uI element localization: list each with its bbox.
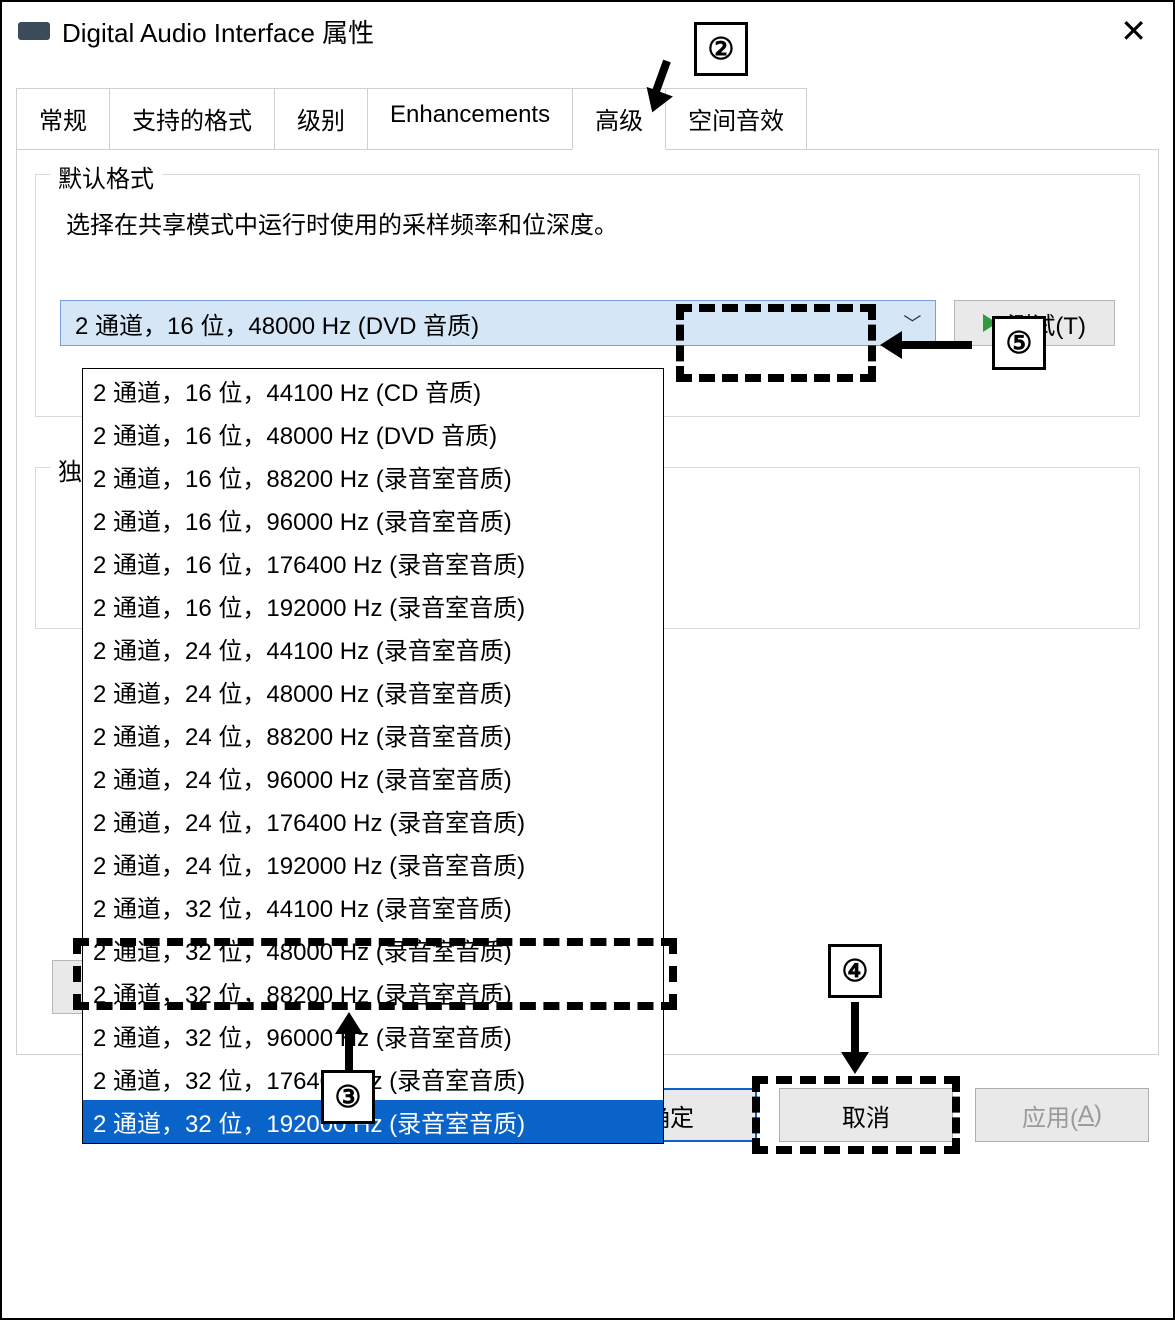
cancel-button[interactable]: 取消 [779, 1088, 953, 1142]
default-format-dropdown-list[interactable]: 2 通道，16 位，44100 Hz (CD 音质)2 通道，16 位，4800… [82, 368, 664, 1144]
format-option[interactable]: 2 通道，16 位，192000 Hz (录音室音质) [83, 584, 663, 627]
format-option[interactable]: 2 通道，16 位，88200 Hz (录音室音质) [83, 455, 663, 498]
format-option[interactable]: 2 通道，32 位，44100 Hz (录音室音质) [83, 885, 663, 928]
close-button[interactable]: ✕ [1110, 12, 1157, 50]
format-option[interactable]: 2 通道，16 位，48000 Hz (DVD 音质) [83, 412, 663, 455]
callout-4: ④ [828, 944, 882, 998]
format-option[interactable]: 2 通道，16 位，44100 Hz (CD 音质) [83, 369, 663, 412]
format-option[interactable]: 2 通道，32 位，88200 Hz (录音室音质) [83, 971, 663, 1014]
format-option[interactable]: 2 通道，32 位，96000 Hz (录音室音质) [83, 1014, 663, 1057]
format-option[interactable]: 2 通道，24 位，44100 Hz (录音室音质) [83, 627, 663, 670]
callout-3: ③ [321, 1070, 375, 1124]
window-title: Digital Audio Interface 属性 [62, 13, 1110, 50]
callout-2: ② [694, 22, 748, 76]
format-option[interactable]: 2 通道，24 位，176400 Hz (录音室音质) [83, 799, 663, 842]
format-option[interactable]: 2 通道，32 位，48000 Hz (录音室音质) [83, 928, 663, 971]
default-format-row: 2 通道，16 位，48000 Hz (DVD 音质) ﹀ 测试(T) [60, 300, 1115, 346]
format-option[interactable]: 2 通道，16 位，96000 Hz (录音室音质) [83, 498, 663, 541]
format-option[interactable]: 2 通道，24 位，88200 Hz (录音室音质) [83, 713, 663, 756]
format-option[interactable]: 2 通道，16 位，176400 Hz (录音室音质) [83, 541, 663, 584]
apply-button[interactable]: 应用(A) [975, 1088, 1149, 1142]
device-icon [18, 22, 50, 40]
tab-levels[interactable]: 级别 [274, 88, 368, 149]
apply-button-accelerator: A [1078, 1101, 1094, 1129]
dialog-buttons: 确定 取消 应用(A) [583, 1088, 1149, 1142]
default-format-dropdown[interactable]: 2 通道，16 位，48000 Hz (DVD 音质) ﹀ [60, 300, 936, 346]
titlebar: Digital Audio Interface 属性 ✕ [2, 2, 1173, 60]
apply-button-prefix: 应用( [1022, 1098, 1078, 1133]
tab-strip: 常规 支持的格式 级别 Enhancements 高级 空间音效 [16, 88, 1159, 150]
tab-spatial-sound[interactable]: 空间音效 [665, 88, 807, 149]
apply-button-suffix: ) [1094, 1101, 1102, 1129]
callout-5: ⑤ [992, 316, 1046, 370]
tab-supported-formats[interactable]: 支持的格式 [109, 88, 275, 149]
tab-general[interactable]: 常规 [16, 88, 110, 149]
group-default-format-legend: 默认格式 [50, 159, 162, 194]
format-option[interactable]: 2 通道，24 位，96000 Hz (录音室音质) [83, 756, 663, 799]
default-format-selected: 2 通道，16 位，48000 Hz (DVD 音质) [75, 306, 479, 341]
format-option[interactable]: 2 通道，24 位，192000 Hz (录音室音质) [83, 842, 663, 885]
group-default-format-description: 选择在共享模式中运行时使用的采样频率和位深度。 [60, 205, 1115, 240]
chevron-down-icon: ﹀ [903, 310, 921, 336]
tab-enhancements[interactable]: Enhancements [367, 88, 573, 149]
format-option[interactable]: 2 通道，24 位，48000 Hz (录音室音质) [83, 670, 663, 713]
